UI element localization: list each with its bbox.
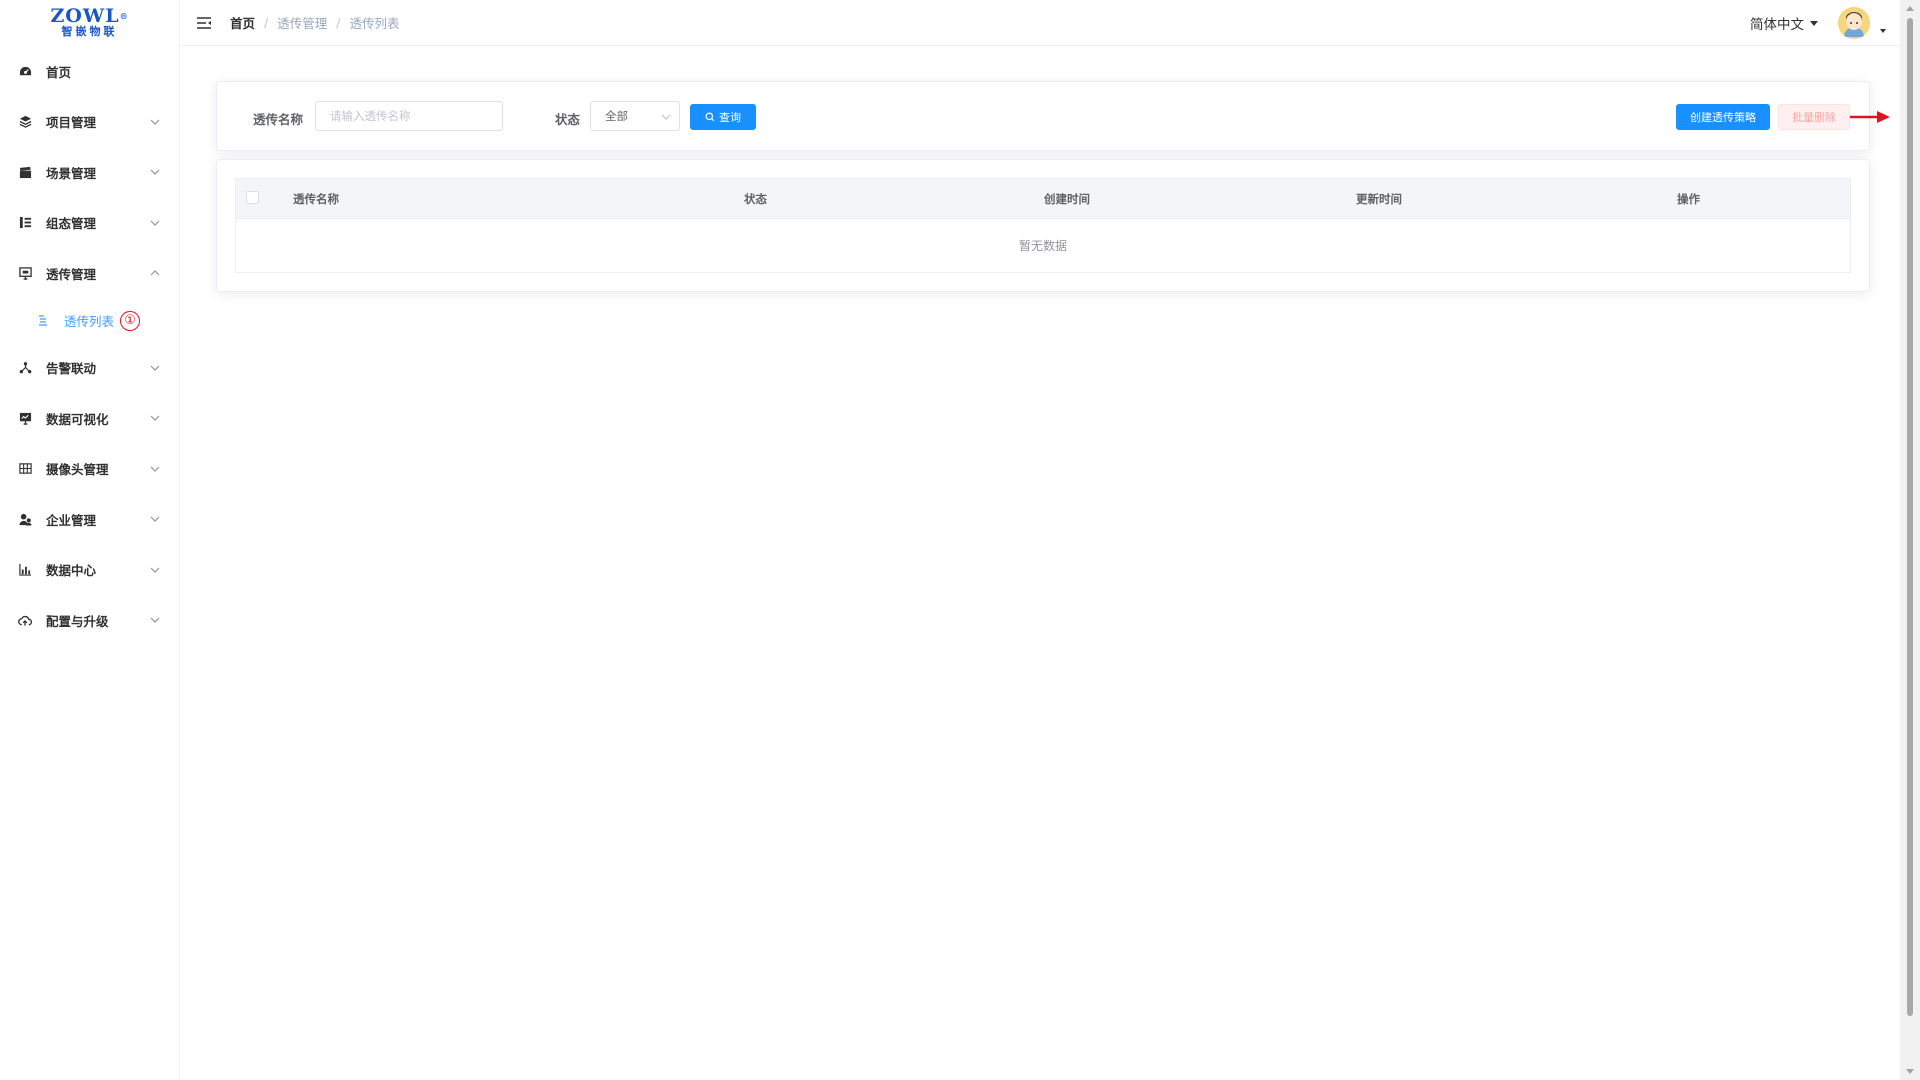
- batch-delete-button[interactable]: 批量删除: [1778, 104, 1850, 130]
- sidebar-item-label: 透传管理: [46, 266, 97, 282]
- sidebar-item-project[interactable]: 项目管理: [0, 97, 179, 148]
- list-icon: [38, 315, 50, 327]
- branch-icon: [18, 361, 32, 375]
- header-actions: 简体中文: [1750, 0, 1886, 46]
- search-panel: 透传名称 请输入透传名称 状态 全部 查询 ② 创建透传策略 批量删除: [216, 81, 1890, 151]
- sidebar-subitem-transparent-list[interactable]: 透传列表 ①: [0, 299, 179, 343]
- sidebar-item-label: 组态管理: [46, 216, 97, 232]
- empty-state-text: 暂无数据: [1018, 239, 1067, 253]
- status-select[interactable]: 全部: [590, 101, 680, 131]
- chevron-down-icon: [149, 614, 161, 626]
- sidebar-item-home[interactable]: 首页: [0, 46, 179, 97]
- scroll-up-icon[interactable]: [1906, 6, 1914, 11]
- sidebar-item-label: 场景管理: [46, 165, 97, 181]
- sidebar-item-enterprise[interactable]: 企业管理: [0, 494, 179, 545]
- search-icon: [705, 112, 715, 122]
- sidebar-item-label: 告警联动: [46, 361, 97, 377]
- chevron-down-icon: [149, 166, 161, 178]
- breadcrumb: 首页 / 透传管理 / 透传列表: [230, 13, 399, 32]
- bar-chart-icon: [18, 563, 32, 577]
- chevron-down-icon: [149, 116, 161, 128]
- chevron-down-icon: [149, 362, 161, 374]
- sidebar-item-label: 项目管理: [46, 115, 97, 131]
- sidebar-item-visualization[interactable]: 数据可视化: [0, 393, 179, 444]
- column-header-name[interactable]: 透传名称: [293, 191, 339, 207]
- caret-down-icon: [1810, 20, 1818, 26]
- scroll-down-icon[interactable]: [1906, 1069, 1914, 1074]
- sidebar-item-transparent[interactable]: 透传管理: [0, 248, 179, 299]
- user-group-icon: [18, 512, 32, 526]
- query-button-label: 查询: [719, 111, 741, 124]
- table-body: 暂无数据: [236, 219, 1850, 272]
- chevron-up-icon: [149, 267, 161, 279]
- sidebar-item-data-center[interactable]: 数据中心: [0, 545, 179, 596]
- logo-subtitle: 智嵌物联: [61, 25, 118, 38]
- sidebar-item-label: 企业管理: [46, 512, 97, 528]
- chevron-down-icon: [149, 463, 161, 475]
- sidebar-item-scene[interactable]: 场景管理: [0, 147, 179, 198]
- page-scrollbar[interactable]: [1900, 0, 1920, 1080]
- select-all-checkbox[interactable]: [246, 191, 259, 204]
- breadcrumb-current: 透传列表: [349, 16, 400, 31]
- logo[interactable]: ZOWL® 智嵌物联: [0, 0, 179, 46]
- caret-down-icon[interactable]: [1880, 29, 1886, 33]
- sidebar: ZOWL® 智嵌物联 首页 项目管理 场景管理 组态管理 透传管理 透传列表 ①…: [0, 0, 180, 1080]
- table-header: 透传名称 状态 创建时间 更新时间 操作: [236, 179, 1850, 219]
- sidebar-item-alarm[interactable]: 告警联动: [0, 343, 179, 394]
- sidebar-item-label: 配置与升级: [46, 613, 109, 629]
- breadcrumb-separator: /: [336, 15, 341, 30]
- sidebar-item-label: 数据中心: [46, 563, 97, 579]
- create-strategy-button[interactable]: 创建透传策略: [1676, 104, 1770, 130]
- language-selector[interactable]: 简体中文: [1750, 13, 1818, 33]
- data-table: 透传名称 状态 创建时间 更新时间 操作 暂无数据: [235, 178, 1851, 273]
- column-header-created[interactable]: 创建时间: [1044, 191, 1090, 207]
- sidebar-item-label: 首页: [46, 64, 72, 80]
- chevron-down-icon: [149, 564, 161, 576]
- chevron-down-icon: [149, 513, 161, 525]
- status-field-label: 状态: [555, 112, 581, 127]
- avatar-image: [1838, 7, 1870, 39]
- sidebar-menu: 首页 项目管理 场景管理 组态管理 透传管理 透传列表 ① 告警联动 数据可视化…: [0, 46, 179, 646]
- table-panel: 透传名称 状态 创建时间 更新时间 操作 暂无数据: [216, 159, 1870, 292]
- breadcrumb-transparent-mgmt: 透传管理: [277, 16, 328, 31]
- scrollbar-thumb[interactable]: [1907, 18, 1913, 1016]
- status-select-value: 全部: [605, 109, 628, 123]
- monitor-icon: [18, 266, 32, 280]
- top-header: 首页 / 透传管理 / 透传列表 简体中文: [180, 0, 1900, 46]
- avatar[interactable]: [1838, 7, 1870, 39]
- chevron-down-icon: [661, 110, 671, 124]
- chevron-down-icon: [149, 412, 161, 424]
- column-header-actions: 操作: [1677, 191, 1700, 206]
- name-field-label: 透传名称: [253, 112, 304, 127]
- sidebar-subitem-label: 透传列表: [64, 314, 115, 329]
- language-label: 简体中文: [1750, 17, 1804, 33]
- chevron-down-icon: [149, 217, 161, 229]
- layers-icon: [18, 115, 32, 129]
- menu-toggle-icon[interactable]: [196, 16, 212, 30]
- query-button[interactable]: 查询: [690, 104, 756, 130]
- name-search-input[interactable]: 请输入透传名称: [315, 101, 503, 131]
- cloud-upload-icon: [18, 613, 32, 627]
- sidebar-item-camera[interactable]: 摄像头管理: [0, 444, 179, 495]
- list-tree-icon: [18, 216, 32, 230]
- grid-icon: [18, 462, 32, 476]
- column-header-status[interactable]: 状态: [744, 191, 767, 207]
- sidebar-item-config-upgrade[interactable]: 配置与升级: [0, 595, 179, 646]
- column-header-updated[interactable]: 更新时间: [1356, 191, 1402, 207]
- sidebar-item-configuration[interactable]: 组态管理: [0, 198, 179, 249]
- annotation-marker-1: ①: [120, 310, 141, 331]
- dashboard-icon: [18, 64, 32, 78]
- sidebar-item-label: 摄像头管理: [46, 462, 109, 478]
- clapperboard-icon: [18, 165, 32, 179]
- sidebar-item-label: 数据可视化: [46, 411, 109, 427]
- breadcrumb-separator: /: [264, 15, 269, 30]
- breadcrumb-home[interactable]: 首页: [230, 13, 255, 32]
- logo-text: ZOWL: [50, 5, 120, 27]
- chart-monitor-icon: [18, 411, 32, 425]
